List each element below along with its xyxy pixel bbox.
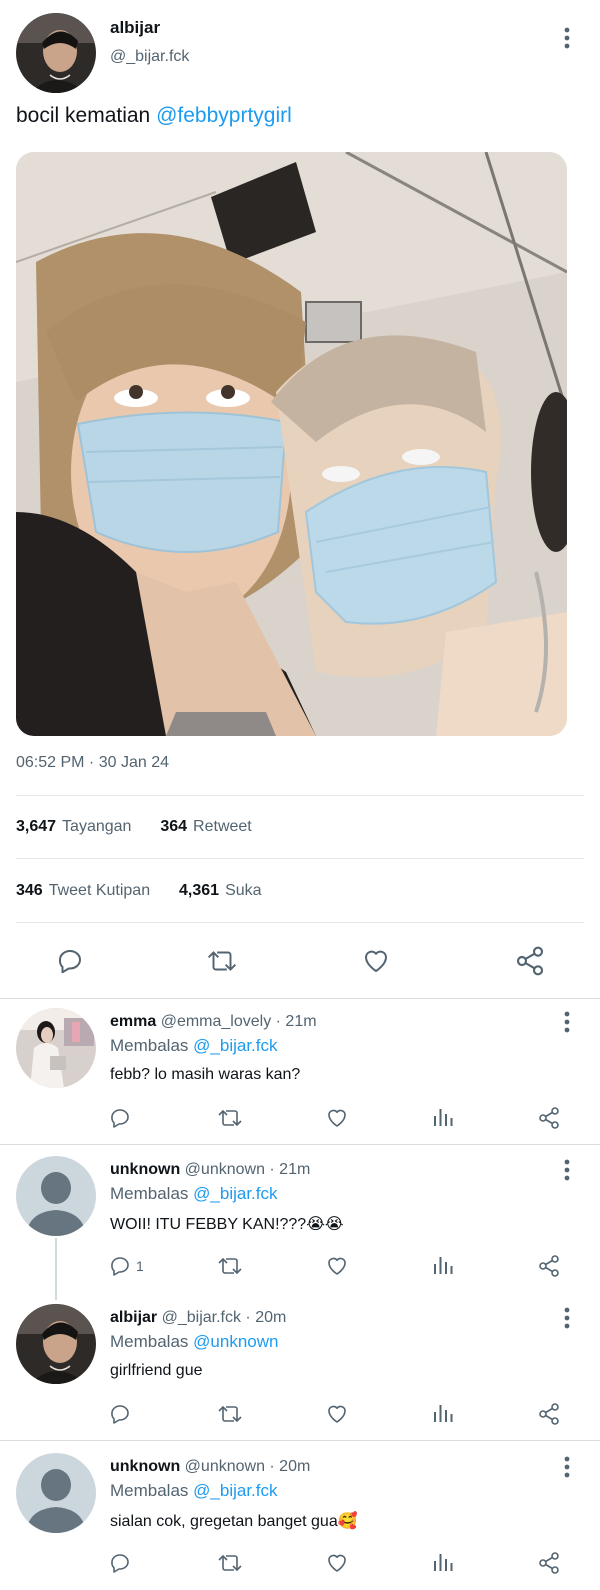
share-icon[interactable]	[537, 1106, 561, 1130]
retweet-icon[interactable]	[216, 1551, 244, 1575]
replying-label: Membalas	[110, 1036, 189, 1055]
like-icon[interactable]	[324, 1551, 350, 1575]
views-label: Tayangan	[62, 818, 132, 835]
retweet-icon[interactable]	[204, 944, 240, 978]
share-icon[interactable]	[512, 944, 548, 978]
replying-to: Membalas @unknown	[110, 1332, 278, 1352]
reply-meta: emma @emma_lovely · 21m	[110, 1013, 317, 1031]
replying-to: Membalas @_bijar.fck	[110, 1036, 278, 1056]
retweets-count: 364	[160, 818, 188, 835]
likes-label: Suka	[225, 882, 262, 899]
reply-handle-time[interactable]: @unknown · 20m	[185, 1458, 311, 1475]
views-stat[interactable]: 3,647 Tayangan	[16, 818, 131, 835]
more-vertical-icon[interactable]	[557, 25, 577, 51]
analytics-icon[interactable]	[432, 1551, 454, 1573]
like-icon[interactable]	[358, 944, 394, 978]
tweet-photo[interactable]	[16, 152, 567, 736]
reply-text: febb? lo masih waras kan?	[110, 1066, 301, 1083]
replying-to: Membalas @_bijar.fck	[110, 1184, 278, 1204]
quotes-label: Tweet Kutipan	[48, 882, 151, 899]
stats-row-views-retweets: 3,647 Tayangan 364 Retweet	[16, 818, 252, 836]
divider	[0, 1144, 600, 1145]
retweets-label: Retweet	[193, 818, 252, 835]
tweet-text-body: bocil kematian	[16, 104, 157, 127]
tweet-text: bocil kematian @febbyprtygirl	[16, 104, 292, 128]
replying-to-link[interactable]: @_bijar.fck	[193, 1184, 277, 1203]
default-avatar-icon[interactable]	[16, 1156, 96, 1236]
replying-to: Membalas @_bijar.fck	[110, 1481, 278, 1501]
replying-label: Membalas	[110, 1184, 189, 1203]
author-avatar[interactable]	[16, 13, 96, 93]
reply-handle-time[interactable]: @unknown · 21m	[185, 1161, 311, 1178]
like-icon[interactable]	[324, 1402, 350, 1426]
replying-label: Membalas	[110, 1481, 189, 1500]
reply-avatar[interactable]	[16, 1304, 96, 1384]
more-vertical-icon[interactable]	[557, 1009, 577, 1035]
replying-to-link[interactable]: @_bijar.fck	[193, 1481, 277, 1500]
more-vertical-icon[interactable]	[557, 1454, 577, 1480]
tweet-timestamp[interactable]: 06:52 PM · 30 Jan 24	[16, 754, 169, 772]
retweet-icon[interactable]	[216, 1106, 244, 1130]
quotes-stat[interactable]: 346 Tweet Kutipan	[16, 882, 150, 899]
author-display-name[interactable]: albijar	[110, 18, 160, 38]
retweet-icon[interactable]	[216, 1254, 244, 1278]
reply-display-name[interactable]: albijar	[110, 1309, 157, 1326]
reply-display-name[interactable]: emma	[110, 1013, 156, 1030]
reply-icon[interactable]: 1	[108, 1254, 144, 1278]
reply-count: 1	[136, 1258, 144, 1274]
reply-display-name[interactable]: unknown	[110, 1458, 180, 1475]
replying-to-link[interactable]: @_bijar.fck	[193, 1036, 277, 1055]
views-count: 3,647	[16, 818, 57, 835]
divider	[0, 1440, 600, 1441]
retweet-icon[interactable]	[216, 1402, 244, 1426]
analytics-icon[interactable]	[432, 1106, 454, 1128]
replying-label: Membalas	[110, 1332, 189, 1351]
divider	[16, 795, 584, 796]
mention-link[interactable]: @febbyprtygirl	[156, 104, 292, 127]
reply-meta: unknown @unknown · 20m	[110, 1458, 310, 1476]
reply-text: girlfriend gue	[110, 1362, 203, 1379]
stats-row-quotes-likes: 346 Tweet Kutipan 4,361 Suka	[16, 882, 262, 900]
share-icon[interactable]	[537, 1254, 561, 1278]
replying-to-link[interactable]: @unknown	[193, 1332, 278, 1351]
thread-line	[55, 1238, 57, 1300]
reply-meta: unknown @unknown · 21m	[110, 1161, 310, 1179]
reply-text: sialan cok, gregetan banget gua🥰	[110, 1513, 358, 1530]
reply-handle-time[interactable]: @emma_lovely · 21m	[161, 1013, 317, 1030]
more-vertical-icon[interactable]	[557, 1157, 577, 1183]
reply-meta: albijar @_bijar.fck · 20m	[110, 1309, 286, 1327]
reply-handle-time[interactable]: @_bijar.fck · 20m	[162, 1309, 287, 1326]
reply-icon[interactable]	[108, 1106, 136, 1130]
quotes-count: 346	[16, 882, 43, 899]
likes-count: 4,361	[179, 882, 220, 899]
divider	[16, 858, 584, 859]
share-icon[interactable]	[537, 1402, 561, 1426]
default-avatar-icon[interactable]	[16, 1453, 96, 1533]
divider	[16, 922, 584, 923]
retweets-stat[interactable]: 364 Retweet	[160, 818, 251, 835]
reply-icon[interactable]	[52, 944, 88, 978]
analytics-icon[interactable]	[432, 1254, 454, 1276]
reply-avatar[interactable]	[16, 1008, 96, 1088]
divider	[0, 998, 600, 999]
share-icon[interactable]	[537, 1551, 561, 1575]
reply-display-name[interactable]: unknown	[110, 1161, 180, 1178]
like-icon[interactable]	[324, 1106, 350, 1130]
reply-icon[interactable]	[108, 1551, 136, 1575]
reply-text: WOII! ITU FEBBY KAN!???😭😭	[110, 1216, 344, 1233]
likes-stat[interactable]: 4,361 Suka	[179, 882, 262, 899]
reply-icon[interactable]	[108, 1402, 136, 1426]
like-icon[interactable]	[324, 1254, 350, 1278]
author-handle[interactable]: @_bijar.fck	[110, 48, 189, 66]
analytics-icon[interactable]	[432, 1402, 454, 1424]
more-vertical-icon[interactable]	[557, 1305, 577, 1331]
